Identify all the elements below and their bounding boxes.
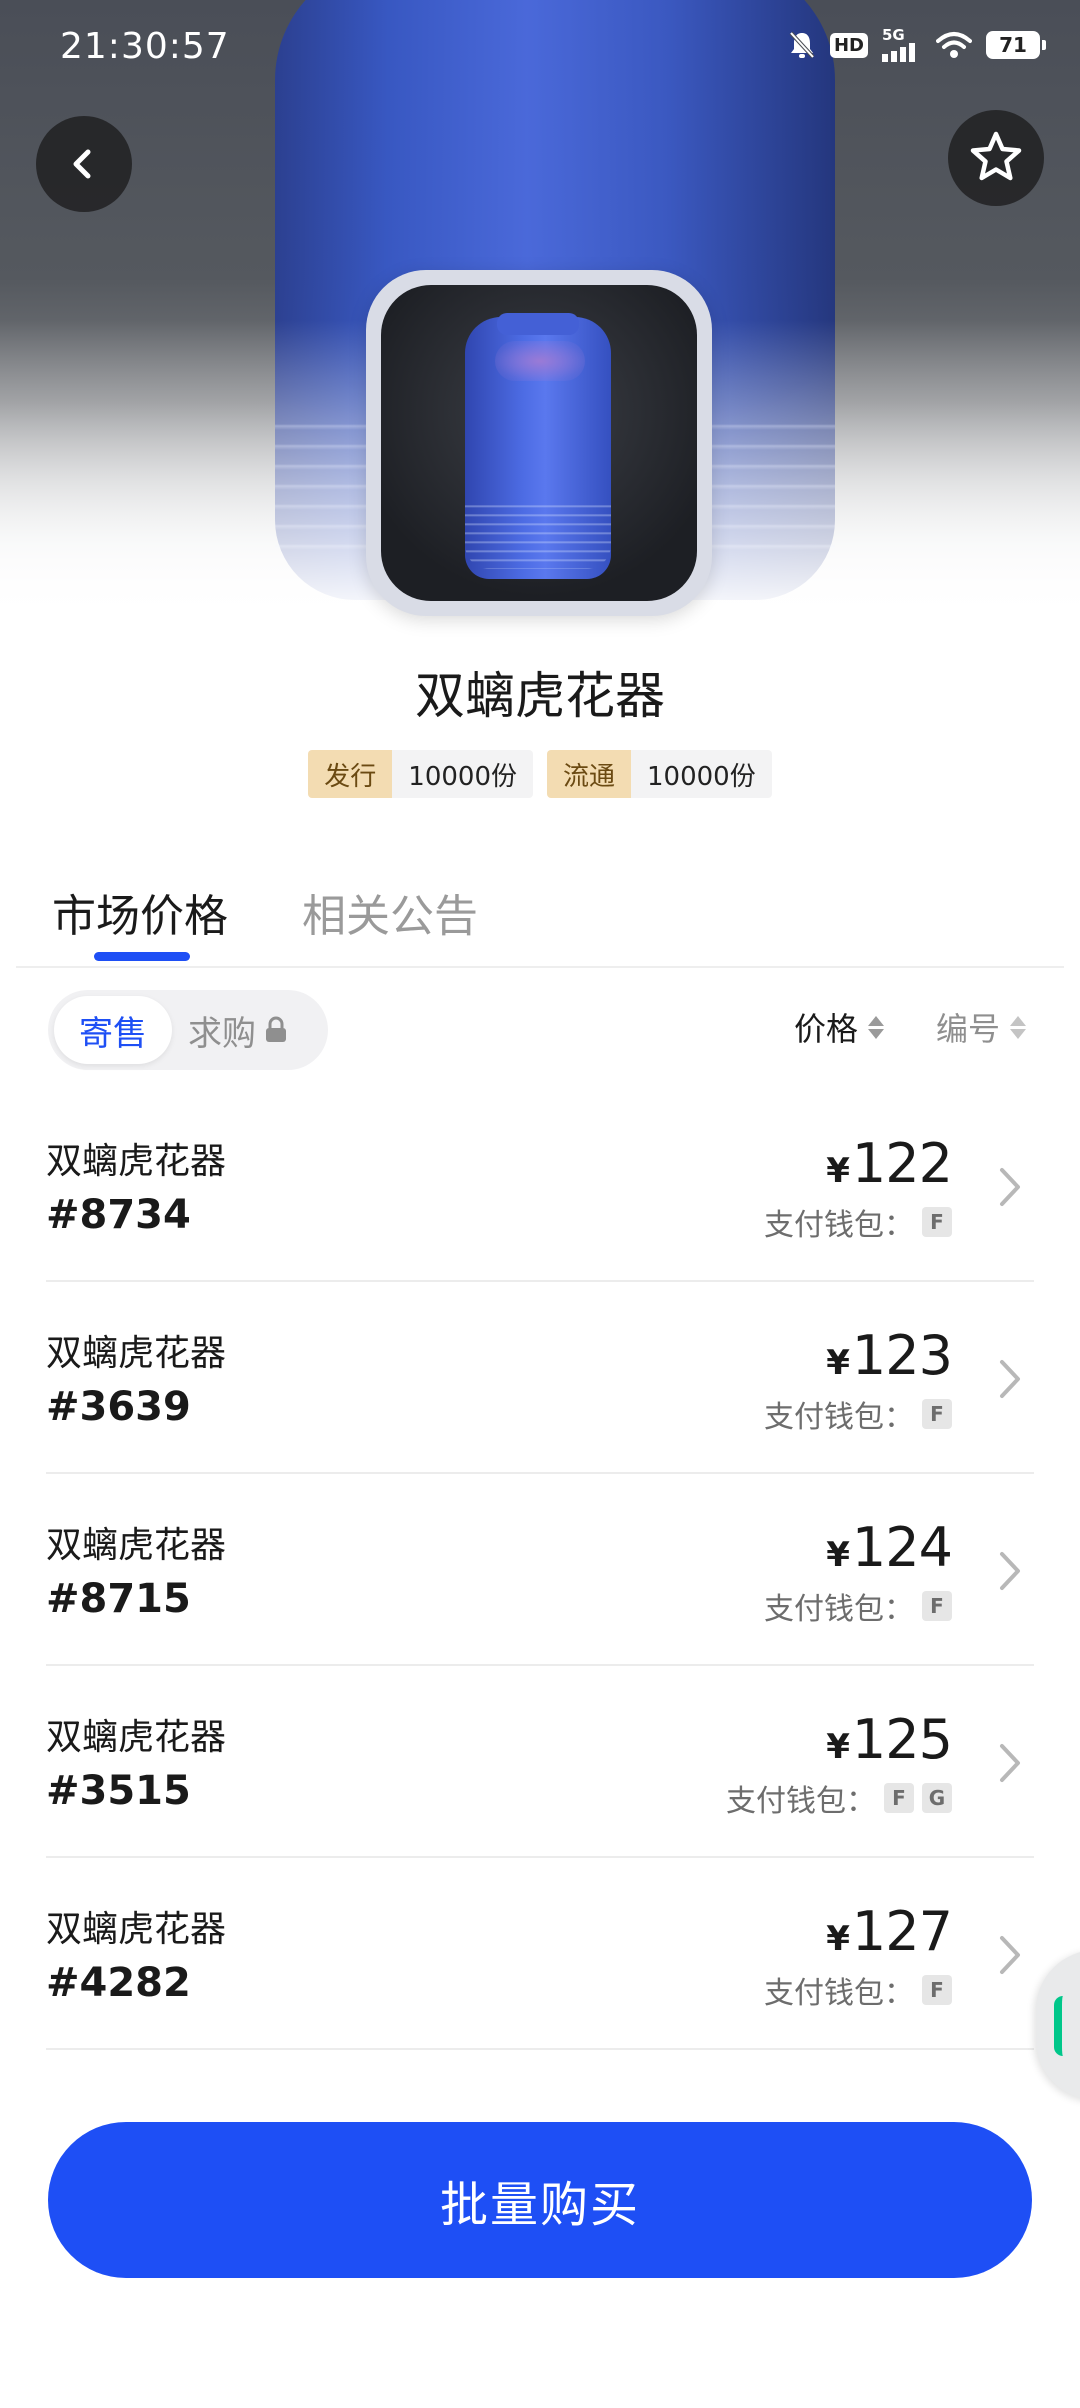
listing-list: 双螭虎花器 #8734 ¥ 122 支付钱包： F 双螭虎花器 #3639 ¥ … xyxy=(0,1090,1080,2050)
wallet-label: 支付钱包： xyxy=(764,1592,914,1627)
listing-number: #8715 xyxy=(46,1576,191,1622)
listing-name: 双螭虎花器 xyxy=(46,1525,227,1566)
back-button[interactable] xyxy=(36,116,132,212)
network-label: 5G xyxy=(882,26,905,44)
issued-tag: 发行 10000份 xyxy=(308,750,533,798)
chevron-left-icon xyxy=(73,149,91,179)
circulation-tag-value: 10000份 xyxy=(631,750,772,798)
payment-wallets: 支付钱包： F xyxy=(764,1968,952,2012)
payment-wallets: 支付钱包： F xyxy=(764,1584,952,1628)
wallet-f-badge: F xyxy=(922,1975,952,2005)
listing-number: #4282 xyxy=(46,1960,191,2006)
listing-row[interactable]: 双螭虎花器 #3639 ¥ 123 支付钱包： F xyxy=(0,1282,1080,1474)
assistant-icon xyxy=(1054,1996,1080,2056)
currency-symbol: ¥ xyxy=(826,1535,850,1575)
payment-wallets: 支付钱包： F xyxy=(764,1200,952,1244)
tab-bar: 市场价格 相关公告 xyxy=(0,880,1080,968)
tab-market-price[interactable]: 市场价格 xyxy=(52,880,228,944)
cellular-signal-icon: 5G xyxy=(882,28,922,62)
listing-name: 双螭虎花器 xyxy=(46,1141,227,1182)
product-title: 双螭虎花器 xyxy=(415,667,665,725)
price-amount: 125 xyxy=(851,1708,953,1771)
wallet-f-badge: F xyxy=(884,1783,914,1813)
price-amount: 124 xyxy=(851,1516,953,1579)
row-divider xyxy=(46,2048,1034,2050)
listing-name: 双螭虎花器 xyxy=(46,1909,227,1950)
currency-symbol: ¥ xyxy=(826,1919,850,1959)
sort-by-price[interactable]: 价格 xyxy=(794,1004,885,1050)
price-amount: 123 xyxy=(851,1324,953,1387)
battery-icon: 71 xyxy=(986,31,1046,59)
wallet-f-badge: F xyxy=(922,1207,952,1237)
listing-number: #8734 xyxy=(46,1192,191,1238)
wallet-g-badge: G xyxy=(922,1783,952,1813)
chevron-right-icon xyxy=(1000,1360,1020,1398)
price-amount: 127 xyxy=(851,1900,953,1963)
wallet-f-badge: F xyxy=(922,1591,952,1621)
status-time: 21:30:57 xyxy=(60,26,230,67)
product-thumbnail[interactable] xyxy=(366,270,712,616)
favorite-button[interactable] xyxy=(948,110,1044,206)
sort-price-label: 价格 xyxy=(794,1010,859,1048)
listing-row[interactable]: 双螭虎花器 #8715 ¥ 124 支付钱包： F xyxy=(0,1474,1080,1666)
wallet-f-badge: F xyxy=(922,1399,952,1429)
chevron-right-icon xyxy=(1000,1168,1020,1206)
active-tab-indicator xyxy=(94,952,190,961)
listing-price: ¥ 125 xyxy=(826,1708,953,1771)
sort-arrows-icon xyxy=(1010,1015,1027,1039)
listing-name: 双螭虎花器 xyxy=(46,1333,227,1374)
bulk-buy-button[interactable]: 批量购买 xyxy=(48,2122,1032,2278)
listing-price: ¥ 127 xyxy=(826,1900,953,1963)
sort-number-label: 编号 xyxy=(936,1010,1001,1048)
hd-icon: HD xyxy=(829,32,868,58)
circulation-tag-key: 流通 xyxy=(547,750,632,798)
wallet-label: 支付钱包： xyxy=(764,1976,914,2011)
wallet-label: 支付钱包： xyxy=(764,1208,914,1243)
chevron-right-icon xyxy=(1000,1936,1020,1974)
currency-symbol: ¥ xyxy=(826,1343,850,1383)
segment-consignment[interactable]: 寄售 xyxy=(54,996,172,1064)
payment-wallets: 支付钱包： F G xyxy=(726,1776,952,1820)
listing-price: ¥ 122 xyxy=(826,1132,953,1195)
issued-tag-key: 发行 xyxy=(308,750,393,798)
price-amount: 122 xyxy=(851,1132,953,1195)
tab-announcements[interactable]: 相关公告 xyxy=(302,880,478,944)
wifi-icon xyxy=(936,31,972,59)
star-outline-icon xyxy=(970,131,1022,181)
status-icons: HD 5G 71 xyxy=(788,28,1046,62)
issued-tag-value: 10000份 xyxy=(392,750,533,798)
product-image xyxy=(381,285,697,601)
lock-icon xyxy=(266,1016,286,1042)
listing-name: 双螭虎花器 xyxy=(46,1717,227,1758)
tabs-divider xyxy=(16,966,1064,968)
listing-type-segment: 寄售 求购 xyxy=(48,990,328,1070)
status-bar: 21:30:57 HD 5G 71 xyxy=(0,0,1080,100)
currency-symbol: ¥ xyxy=(826,1151,850,1191)
listing-row[interactable]: 双螭虎花器 #4282 ¥ 127 支付钱包： F xyxy=(0,1858,1080,2050)
silent-bell-icon xyxy=(788,30,816,60)
listing-price: ¥ 123 xyxy=(826,1324,953,1387)
product-tags: 发行 10000份 流通 10000份 xyxy=(0,750,1080,798)
circulation-tag: 流通 10000份 xyxy=(547,750,772,798)
chevron-right-icon xyxy=(1000,1552,1020,1590)
wallet-label: 支付钱包： xyxy=(764,1400,914,1435)
chevron-right-icon xyxy=(1000,1744,1020,1782)
listing-price: ¥ 124 xyxy=(826,1516,953,1579)
listing-number: #3639 xyxy=(46,1384,191,1430)
sort-by-number[interactable]: 编号 xyxy=(936,1004,1027,1050)
segment-want-to-buy[interactable]: 求购 xyxy=(188,996,288,1064)
payment-wallets: 支付钱包： F xyxy=(764,1392,952,1436)
listing-row[interactable]: 双螭虎花器 #3515 ¥ 125 支付钱包： F G xyxy=(0,1666,1080,1858)
nft-market-page: 21:30:57 HD 5G 71 双螭虎花器 发行 10000份 流通 100… xyxy=(0,0,1080,2408)
listing-row[interactable]: 双螭虎花器 #8734 ¥ 122 支付钱包： F xyxy=(0,1090,1080,1282)
wallet-label: 支付钱包： xyxy=(726,1784,876,1819)
currency-symbol: ¥ xyxy=(826,1727,850,1767)
segment-want-to-buy-label: 求购 xyxy=(188,1013,256,1054)
listing-number: #3515 xyxy=(46,1768,191,1814)
sort-arrows-icon xyxy=(868,1015,885,1039)
